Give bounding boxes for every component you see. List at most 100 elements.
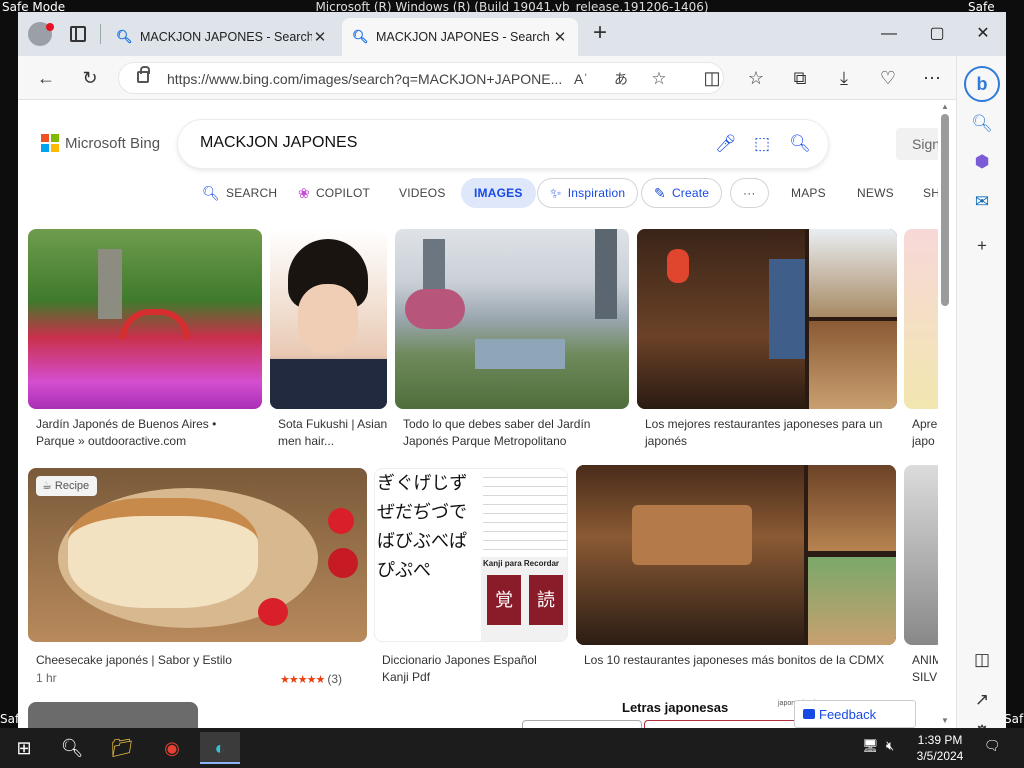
favorites-icon[interactable]: ☆	[742, 64, 770, 92]
copilot-bing-icon[interactable]: b	[964, 66, 1000, 102]
nav-label: Inspiration	[567, 186, 626, 200]
nav-images[interactable]: IMAGES	[461, 178, 536, 208]
network-icon[interactable]: 🖥︎	[862, 738, 879, 754]
result-caption[interactable]: Jardín Japonés de Buenos Aires • Parque …	[36, 416, 256, 450]
image-result-sota-fukushi[interactable]	[270, 229, 387, 409]
read-aloud-icon[interactable]: Aʾ	[569, 67, 593, 91]
taskbar-search-icon[interactable]: 🔍︎	[52, 732, 92, 764]
result-caption[interactable]: Apre japo	[912, 416, 938, 450]
tab-search-images[interactable]: 🔍︎ MACKJON JAPONES - Search Images ✕	[342, 18, 578, 56]
url-text[interactable]: https://www.bing.com/images/search?q=MAC…	[167, 71, 562, 87]
bing-images-page: Microsoft Bing MACKJON JAPONES 🎤︎ ⬚ 🔍︎ S…	[18, 100, 938, 728]
nav-news[interactable]: NEWS	[857, 178, 894, 208]
image-result-cheesecake-japones[interactable]: ☕︎ Recipe	[28, 468, 367, 642]
result-caption[interactable]: Todo lo que debes saber del Jardín Japon…	[403, 416, 623, 450]
search-icon[interactable]: 🔍︎	[788, 132, 812, 156]
translate-icon[interactable]: あ	[609, 67, 633, 91]
result-caption[interactable]: ANIM SILV	[912, 652, 938, 686]
nav-label: SEARCH	[225, 186, 278, 200]
new-tab-button[interactable]: +	[588, 21, 612, 46]
browser-essentials-icon[interactable]: ♡	[874, 64, 902, 92]
vertical-nav: 🔍︎ SEARCH ❀ COPILOT VIDEOS IMAGES ✨︎ Inspir…	[18, 178, 938, 210]
result-caption[interactable]: Los 10 restaurantes japoneses más bonito…	[584, 652, 894, 669]
visual-search-icon[interactable]: ⬚	[750, 132, 774, 156]
nav-label: IMAGES	[474, 186, 523, 200]
bing-logo[interactable]: Microsoft Bing	[41, 134, 160, 152]
address-bar[interactable]: https://www.bing.com/images/search?q=MAC…	[118, 62, 724, 94]
shopping-icon[interactable]: ⬢	[970, 150, 994, 174]
volume-muted-icon[interactable]: 🔇︎	[886, 738, 894, 754]
nav-more[interactable]: ···	[730, 178, 769, 208]
image-result-diccionario-japones-kanji[interactable]: ぎぐげじずぜだぢづでばびぶべぱぴぷぺ Kanji para Recordar 覚…	[374, 468, 568, 642]
rating-stars: ★★★★★ (3)	[280, 672, 342, 686]
sign-in-button[interactable]: Sign in	[896, 128, 938, 160]
notifications-icon[interactable]: 🗨︎	[984, 738, 1001, 754]
nav-label: NEWS	[857, 186, 894, 200]
badge-label: Recipe	[54, 480, 90, 492]
image-result-animal-silver[interactable]	[904, 465, 938, 645]
maximize-button[interactable]: ▢	[914, 20, 960, 48]
tab-label: MACKJON JAPONES - Search	[140, 30, 312, 44]
result-caption[interactable]: Cheesecake japonés | Sabor y Estilo	[36, 652, 366, 669]
lock-icon[interactable]	[137, 66, 150, 83]
nav-shopping[interactable]: SH	[923, 178, 938, 208]
image-result-loading[interactable]	[28, 702, 198, 728]
search-icon[interactable]: 🔍︎	[970, 112, 994, 136]
file-explorer-icon[interactable]: 📁︎	[102, 732, 142, 764]
nav-search[interactable]: 🔍︎ SEARCH	[202, 178, 277, 208]
close-window-button[interactable]: ✕	[960, 20, 1006, 48]
nav-label: Create	[671, 186, 710, 200]
open-external-icon[interactable]: ↗	[970, 688, 994, 712]
close-tab-icon[interactable]: ✕	[552, 28, 568, 46]
system-clock[interactable]: 1:39 PM 3/5/2024	[910, 732, 970, 764]
tab-actions-icon[interactable]	[70, 26, 86, 42]
tab-search[interactable]: 🔍︎ MACKJON JAPONES - Search ✕	[106, 18, 338, 56]
outlook-icon[interactable]: ✉	[970, 190, 994, 214]
page-scrollbar[interactable]: ▲ ▼	[938, 100, 954, 728]
nav-label: VIDEOS	[399, 186, 446, 200]
nav-maps[interactable]: MAPS	[791, 178, 826, 208]
inspiration-icon: ✨︎	[550, 184, 562, 201]
search-box[interactable]: MACKJON JAPONES 🎤︎ ⬚ 🔍︎	[178, 120, 828, 168]
feedback-button[interactable]: Feedback	[794, 700, 916, 728]
minimize-button[interactable]: —	[866, 20, 912, 48]
microphone-icon[interactable]: 🎤︎	[714, 132, 738, 156]
logo-text: Microsoft Bing	[65, 134, 161, 152]
downloads-icon[interactable]: ⤓	[830, 64, 858, 92]
image-result-restaurantes-cdmx[interactable]	[576, 465, 896, 645]
tab-strip: 🔍︎ MACKJON JAPONES - Search ✕ 🔍︎ MACKJON…	[18, 12, 1006, 56]
settings-more-icon[interactable]: ⋯	[918, 64, 946, 92]
nav-inspiration[interactable]: ✨︎ Inspiration	[537, 178, 639, 208]
microsoft-logo-icon	[41, 134, 59, 152]
image-result-jardin-japones-parque-metropolitano[interactable]	[395, 229, 629, 409]
star-icon: ★★★★★	[280, 674, 325, 686]
hide-sidebar-icon[interactable]: ◫	[970, 648, 994, 672]
edge-taskbar-icon[interactable]: ◐	[200, 732, 240, 764]
refresh-button[interactable]: ↻	[76, 64, 104, 92]
scroll-thumb[interactable]	[941, 114, 949, 306]
windows-start-icon[interactable]: ⊞	[4, 732, 44, 764]
result-caption[interactable]: Diccionario Japones Español Kanji Pdf	[382, 652, 562, 686]
split-screen-icon[interactable]: ◫	[698, 64, 726, 92]
nav-videos[interactable]: VIDEOS	[399, 178, 446, 208]
result-caption[interactable]: Los mejores restaurantes japoneses para …	[645, 416, 895, 450]
search-input[interactable]: MACKJON JAPONES	[200, 134, 357, 152]
collections-icon[interactable]: ⧉	[786, 64, 814, 92]
image-result-aprende-japones[interactable]	[904, 229, 938, 409]
image-result-japanese-garden-buenos-aires[interactable]	[28, 229, 262, 409]
back-button[interactable]: ←	[32, 64, 60, 92]
scroll-up-arrow-icon[interactable]: ▲	[941, 102, 949, 111]
nav-copilot[interactable]: ❀ COPILOT	[298, 178, 370, 208]
search-favicon-icon: 🔍︎	[352, 29, 369, 44]
chrome-icon[interactable]: ◉	[152, 732, 192, 764]
scroll-down-arrow-icon[interactable]: ▼	[941, 716, 949, 725]
sidebar-settings-gear-icon[interactable]: ⚙︎	[970, 720, 994, 728]
favorite-star-icon[interactable]: ☆	[647, 67, 671, 91]
result-caption[interactable]: Sota Fukushi | Asian men hair...	[278, 416, 388, 450]
windows-taskbar: ⊞ 🔍︎ 📁︎ ◉ ◐ 🖥︎ 🔇︎ 1:39 PM 3/5/2024 🗨︎	[0, 728, 1024, 768]
image-result-restaurantes-japoneses[interactable]	[637, 229, 897, 409]
nav-create[interactable]: ✎ Create	[641, 178, 723, 208]
close-tab-icon[interactable]: ✕	[312, 28, 328, 46]
add-sidebar-app-icon[interactable]: +	[970, 234, 994, 258]
result-meta-time: 1 hr	[36, 671, 57, 685]
